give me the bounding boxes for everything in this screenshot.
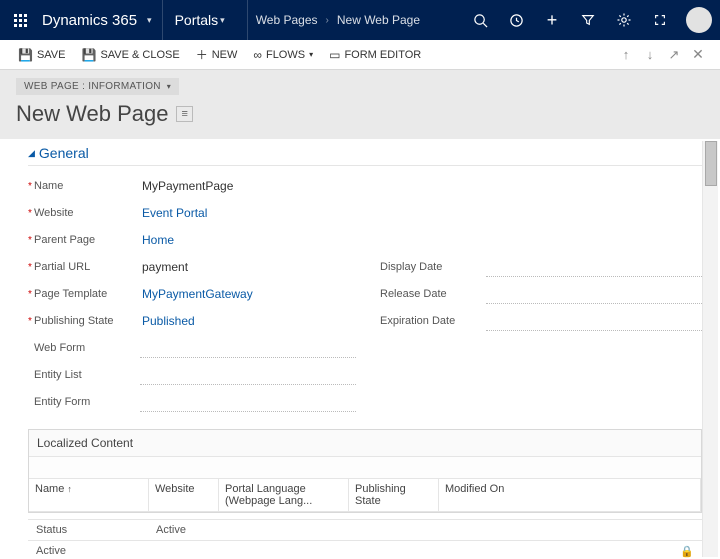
field-parent-page[interactable]: Home bbox=[140, 230, 356, 250]
label-publishing-state: Publishing State bbox=[28, 315, 140, 327]
col-name[interactable]: Name ↑ bbox=[29, 479, 149, 511]
field-page-template[interactable]: MyPaymentGateway bbox=[140, 284, 356, 304]
flow-icon: ∞ bbox=[253, 48, 262, 62]
field-entity-list[interactable]: . bbox=[140, 364, 356, 385]
col-publishing-state[interactable]: Publishing State bbox=[349, 479, 439, 511]
plus-icon: ＋ bbox=[196, 46, 208, 63]
brand-caret-icon[interactable]: ▾ bbox=[145, 15, 162, 26]
field-entity-form[interactable]: . bbox=[140, 391, 356, 412]
label-partial-url: Partial URL bbox=[28, 261, 140, 273]
down-arrow-icon[interactable]: ↓ bbox=[638, 47, 662, 62]
close-icon[interactable]: ✕ bbox=[686, 46, 710, 63]
scrollbar-thumb[interactable] bbox=[705, 141, 717, 186]
save-close-icon: 💾 bbox=[81, 48, 96, 62]
field-partial-url[interactable]: payment bbox=[140, 257, 356, 277]
subgrid-header-row: Name ↑ Website Portal Language (Webpage … bbox=[29, 479, 701, 512]
record-title: New Web Page≡ bbox=[16, 101, 704, 127]
form-body: ◢General NameMyPaymentPage WebsiteEvent … bbox=[0, 139, 720, 559]
field-name[interactable]: MyPaymentPage bbox=[140, 176, 356, 196]
save-icon: 💾 bbox=[18, 48, 33, 62]
form-editor-button[interactable]: ▭FORM EDITOR bbox=[321, 48, 429, 62]
field-web-form[interactable]: . bbox=[140, 337, 356, 358]
global-nav: Dynamics 365 ▾ Portals▾ Web Pages › New … bbox=[0, 0, 720, 40]
label-expiration-date: Expiration Date bbox=[374, 315, 486, 327]
field-display-date[interactable]: . bbox=[486, 256, 702, 277]
col-website[interactable]: Website bbox=[149, 479, 219, 511]
field-website[interactable]: Event Portal bbox=[140, 203, 356, 223]
label-page-template: Page Template bbox=[28, 288, 140, 300]
label-web-form: Web Form bbox=[28, 342, 140, 354]
col-modified-on[interactable]: Modified On bbox=[439, 479, 701, 511]
subgrid-localized-content: Localized Content Name ↑ Website Portal … bbox=[28, 429, 702, 513]
label-entity-list: Entity List bbox=[28, 369, 140, 381]
label-name: Name bbox=[28, 180, 140, 192]
recent-icon[interactable] bbox=[498, 0, 534, 40]
caret-down-icon: ◢ bbox=[28, 148, 35, 159]
app-launcher-icon[interactable] bbox=[0, 0, 40, 40]
label-parent-page: Parent Page bbox=[28, 234, 140, 246]
field-expiration-date[interactable]: . bbox=[486, 310, 702, 331]
label-release-date: Release Date bbox=[374, 288, 486, 300]
search-icon[interactable] bbox=[462, 0, 498, 40]
breadcrumb-item[interactable]: New Web Page bbox=[329, 13, 428, 27]
sort-asc-icon: ↑ bbox=[67, 484, 72, 494]
breadcrumb-item[interactable]: Web Pages bbox=[248, 13, 326, 27]
status-label: Status bbox=[36, 524, 156, 536]
status-value: Active bbox=[156, 524, 694, 536]
user-avatar[interactable] bbox=[686, 7, 712, 33]
field-release-date[interactable]: . bbox=[486, 283, 702, 304]
label-website: Website bbox=[28, 207, 140, 219]
settings-gear-icon[interactable] bbox=[606, 0, 642, 40]
form-selector[interactable]: WEB PAGE : INFORMATION▾ bbox=[16, 78, 179, 95]
brand-label[interactable]: Dynamics 365 bbox=[40, 0, 145, 40]
up-arrow-icon[interactable]: ↑ bbox=[614, 47, 638, 62]
new-button[interactable]: ＋NEW bbox=[188, 46, 246, 63]
flows-button[interactable]: ∞FLOWS▾ bbox=[245, 48, 321, 62]
status-footer: Status Active Active 🔒 bbox=[28, 519, 702, 559]
subgrid-title: Localized Content bbox=[29, 430, 701, 457]
label-entity-form: Entity Form bbox=[28, 396, 140, 408]
field-publishing-state[interactable]: Published bbox=[140, 311, 356, 331]
new-icon[interactable]: + bbox=[534, 0, 570, 40]
section-general[interactable]: ◢General bbox=[28, 139, 702, 166]
popout-icon[interactable]: ↗ bbox=[662, 47, 686, 63]
active-label: Active bbox=[36, 545, 156, 558]
expand-icon[interactable] bbox=[642, 0, 678, 40]
col-portal-language[interactable]: Portal Language (Webpage Lang... bbox=[219, 479, 349, 511]
subgrid-toolbar[interactable] bbox=[29, 457, 701, 479]
command-bar: 💾SAVE 💾SAVE & CLOSE ＋NEW ∞FLOWS▾ ▭FORM E… bbox=[0, 40, 720, 70]
lock-icon: 🔒 bbox=[680, 545, 694, 558]
filter-icon[interactable] bbox=[570, 0, 606, 40]
title-menu-icon[interactable]: ≡ bbox=[176, 106, 192, 122]
form-editor-icon: ▭ bbox=[329, 48, 340, 62]
scrollbar[interactable] bbox=[702, 141, 718, 557]
save-button[interactable]: 💾SAVE bbox=[10, 48, 73, 62]
label-display-date: Display Date bbox=[374, 261, 486, 273]
module-dropdown[interactable]: Portals▾ bbox=[163, 0, 247, 40]
form-header: WEB PAGE : INFORMATION▾ New Web Page≡ bbox=[0, 70, 720, 139]
save-close-button[interactable]: 💾SAVE & CLOSE bbox=[73, 48, 187, 62]
